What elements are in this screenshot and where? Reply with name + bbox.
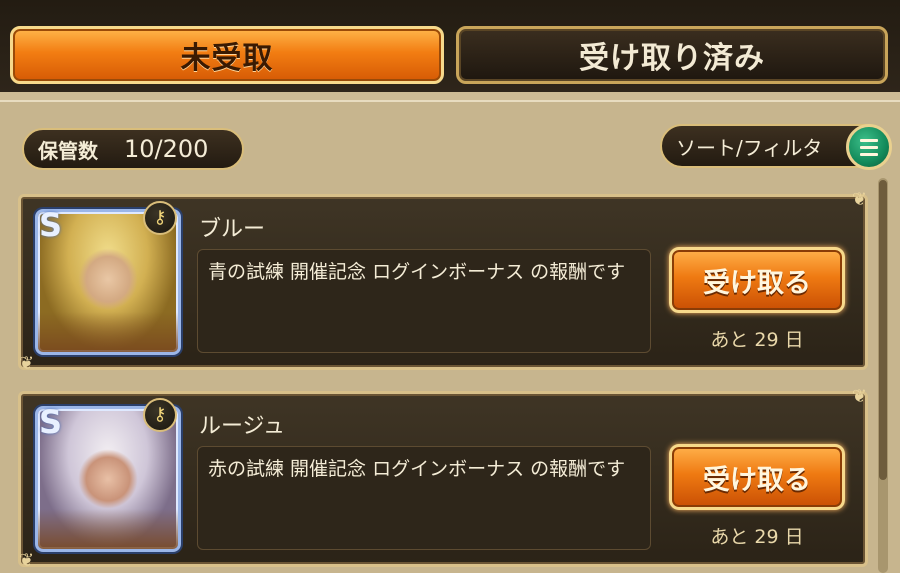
key-icon: ⚷: [143, 398, 177, 432]
rarity-swirl-icon: S: [39, 403, 63, 441]
tab-bar: 未受取 受け取り済み: [0, 0, 900, 92]
sort-filter-label: ソート/フィルタ: [676, 135, 823, 160]
storage-count-pill: 保管数 10/200: [22, 128, 244, 170]
key-icon: ⚷: [143, 201, 177, 235]
tab-claimed-label: 受け取り済み: [579, 41, 765, 76]
corner-ornament-icon: ❦: [851, 386, 867, 407]
sort-filter-button[interactable]: ソート/フィルタ: [660, 124, 892, 170]
reward-card: ❦ ❦ S ⚷ ルージュ 赤の試練 開催記念 ログインボーナス の報酬です 受け…: [18, 386, 868, 571]
tab-unclaimed[interactable]: 未受取: [10, 26, 444, 84]
storage-count-value: 10/200: [124, 135, 209, 163]
reward-card: ❦ ❦ S ⚷ ブルー 青の試練 開催記念 ログインボーナス の報酬です 受け取…: [18, 189, 868, 374]
reward-description: 青の試練 開催記念 ログインボーナス の報酬です: [197, 249, 651, 353]
reward-panel: 保管数 10/200 ソート/フィルタ ❦ ❦ S ⚷ ブルー 青の試練 開催記…: [0, 92, 900, 573]
corner-ornament-icon: ❦: [19, 550, 35, 571]
receive-button[interactable]: 受け取る: [669, 444, 845, 510]
reward-panel-inner: 保管数 10/200 ソート/フィルタ ❦ ❦ S ⚷ ブルー 青の試練 開催記…: [0, 100, 900, 573]
tab-unclaimed-label: 未受取: [180, 41, 274, 76]
corner-ornament-icon: ❦: [19, 353, 35, 374]
remaining-days: あと 29 日: [710, 329, 804, 351]
corner-ornament-icon: ❦: [851, 189, 867, 210]
character-name: ルージュ: [199, 414, 286, 439]
menu-icon[interactable]: [846, 124, 892, 170]
remaining-days: あと 29 日: [710, 526, 804, 548]
reward-description: 赤の試練 開催記念 ログインボーナス の報酬です: [197, 446, 651, 550]
character-name: ブルー: [199, 217, 266, 242]
storage-count-label: 保管数: [38, 138, 98, 163]
scrollbar-thumb[interactable]: [879, 180, 887, 480]
receive-button[interactable]: 受け取る: [669, 247, 845, 313]
tab-claimed[interactable]: 受け取り済み: [456, 26, 888, 84]
rarity-swirl-icon: S: [39, 206, 63, 244]
scrollbar[interactable]: [878, 178, 888, 573]
